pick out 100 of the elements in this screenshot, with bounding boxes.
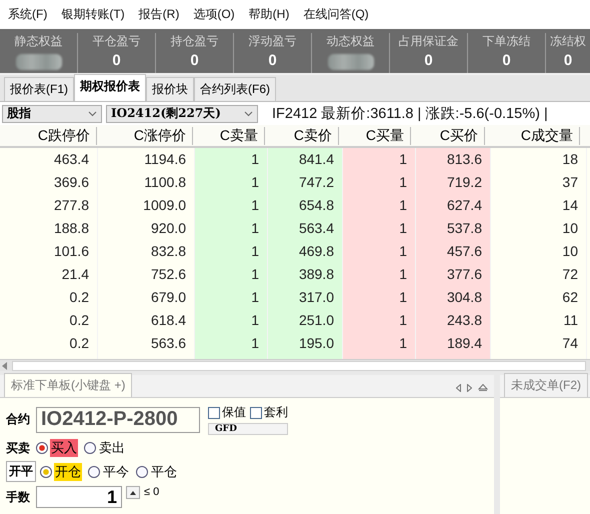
table-cell-text: 0.2 bbox=[68, 311, 90, 330]
table-cell-text: 563.6 bbox=[150, 334, 187, 354]
triangle-left-icon[interactable] bbox=[456, 384, 461, 392]
table-cell-text: 1194.6 bbox=[143, 150, 187, 170]
tab[interactable]: 合约列表(F6) bbox=[194, 77, 276, 102]
account-value: 0 bbox=[190, 52, 199, 69]
table-cell-text: 747.2 bbox=[298, 173, 335, 192]
table-cell-text: 18 bbox=[561, 150, 579, 170]
panel-tab[interactable]: 标准下单板(小键盘 +) bbox=[4, 373, 132, 397]
table-cell-text: 74 bbox=[561, 334, 579, 354]
menu-item[interactable]: 银期转账(T) bbox=[61, 6, 125, 23]
spin-up-button[interactable] bbox=[126, 486, 140, 499]
scroll-left-icon[interactable] bbox=[2, 362, 8, 370]
table-cell-text: 21.4 bbox=[60, 265, 90, 284]
table-cell-text: 195.0 bbox=[298, 334, 335, 354]
table-cell-text: 618.4 bbox=[150, 311, 187, 330]
triangle-right-icon[interactable] bbox=[467, 384, 472, 392]
quote-text: IF2412 最新价:3611.8 | 涨跌:-5.6(-0.15%) | bbox=[272, 104, 548, 124]
dropdown[interactable]: 股指 bbox=[2, 104, 102, 123]
table-cell-text: 1 bbox=[250, 196, 260, 216]
column-header[interactable]: C卖量 bbox=[216, 126, 265, 145]
menu-item[interactable]: 帮助(H) bbox=[248, 6, 290, 23]
table-cell-text: 1100.8 bbox=[143, 173, 187, 192]
radio-button[interactable]: 卖出 bbox=[84, 439, 126, 457]
account-value: 0 bbox=[564, 52, 572, 69]
column-header[interactable]: C涨停价 bbox=[130, 126, 193, 145]
column-header[interactable]: C买量 bbox=[362, 126, 411, 145]
table-cell-text: 72 bbox=[561, 265, 579, 284]
limit-text: ≤ 0 bbox=[144, 486, 160, 498]
account-label: 浮动盈亏 bbox=[248, 32, 296, 50]
field-label: 买卖 bbox=[6, 440, 31, 456]
table-cell-text: 11 bbox=[562, 311, 579, 330]
table-cell-text: 1 bbox=[250, 265, 260, 284]
account-label: 下单冻结 bbox=[482, 32, 530, 50]
table-cell-text: 1 bbox=[398, 265, 408, 284]
tab[interactable]: 期权报价表 bbox=[74, 74, 146, 102]
table-cell-text: 463.4 bbox=[52, 150, 90, 170]
column-header[interactable]: C买价 bbox=[436, 126, 485, 145]
table-cell-text: 627.4 bbox=[446, 196, 483, 216]
table-cell-text: 1 bbox=[398, 334, 408, 354]
table-cell-text: 1009.0 bbox=[142, 196, 187, 216]
horizontal-scrollbar[interactable] bbox=[0, 359, 590, 371]
contract-field[interactable]: IO2412-P-2800 bbox=[36, 406, 200, 432]
menu-item[interactable]: 选项(O) bbox=[193, 6, 235, 23]
column-header[interactable]: C成交量 bbox=[516, 126, 580, 145]
account-label: 占用保证金 bbox=[398, 32, 458, 50]
account-value: 0 bbox=[112, 52, 121, 69]
table-cell-text: 1 bbox=[250, 334, 260, 354]
panel-tab[interactable]: 未成交单(F2) bbox=[504, 373, 588, 397]
field-label: 合约 bbox=[6, 411, 31, 428]
table-cell-text: 920.0 bbox=[150, 219, 187, 238]
table-cell-text: 469.8 bbox=[298, 242, 335, 262]
table-cell-text: 10 bbox=[561, 219, 579, 238]
tab[interactable]: 报价表(F1) bbox=[4, 77, 74, 102]
table-cell-text: 563.4 bbox=[298, 219, 335, 238]
table-cell-text: 1 bbox=[250, 173, 260, 192]
menu-item[interactable]: 在线问答(Q) bbox=[303, 6, 369, 23]
table-cell-text: 101.6 bbox=[52, 242, 90, 262]
chevron-down-icon bbox=[88, 110, 97, 117]
menu-item[interactable]: 报告(R) bbox=[138, 6, 180, 23]
table-cell-text: 1 bbox=[398, 311, 408, 330]
table-cell-text: 1 bbox=[250, 150, 260, 170]
checkbox[interactable]: 套利 bbox=[250, 404, 288, 421]
table-cell-text: 1 bbox=[398, 150, 408, 170]
table-cell-text: 813.6 bbox=[446, 150, 483, 170]
account-value: 0 bbox=[502, 52, 511, 69]
table-cell-text: 62 bbox=[561, 288, 579, 308]
account-label: 动态权益 bbox=[326, 32, 374, 50]
table-cell-text: 1 bbox=[398, 219, 408, 238]
account-value: 0 bbox=[268, 52, 277, 69]
column-header[interactable]: C卖价 bbox=[290, 126, 339, 145]
account-label: 冻结权 bbox=[550, 32, 586, 50]
tab[interactable]: 报价块 bbox=[146, 77, 194, 102]
eject-icon[interactable] bbox=[478, 384, 488, 392]
table-cell-text: 457.6 bbox=[446, 242, 483, 262]
dropdown[interactable]: IO2412(剩227天) bbox=[106, 104, 258, 123]
field-label: 手数 bbox=[6, 488, 31, 506]
checkbox[interactable]: 保值 bbox=[208, 404, 246, 421]
account-label: 平仓盈亏 bbox=[92, 32, 140, 50]
menu-item[interactable]: 系统(F) bbox=[8, 6, 48, 23]
radio-button[interactable]: 平今 bbox=[88, 462, 130, 480]
table-cell-text: 243.8 bbox=[446, 311, 483, 330]
table-cell-text: 654.8 bbox=[298, 196, 335, 216]
table-cell-text: 1 bbox=[250, 242, 260, 262]
table-cell-text: 841.4 bbox=[298, 150, 335, 170]
quantity-field[interactable]: 1 bbox=[36, 486, 122, 508]
table-cell-text: 1 bbox=[250, 288, 260, 308]
table-cell-text: 1 bbox=[398, 288, 408, 308]
table-cell-text: 317.0 bbox=[298, 288, 335, 308]
radio-button[interactable]: 平仓 bbox=[136, 462, 178, 480]
table-cell-text: 188.8 bbox=[52, 219, 90, 238]
column-header[interactable]: C跌停价 bbox=[34, 126, 97, 145]
table-cell-text: 37 bbox=[561, 173, 579, 192]
table-cell-text: 14 bbox=[561, 196, 579, 216]
table-cell-text: 251.0 bbox=[298, 311, 335, 330]
offset-button[interactable]: 开平 bbox=[6, 461, 36, 482]
account-label: 持仓盈亏 bbox=[170, 32, 218, 50]
account-value: 0 bbox=[424, 52, 433, 69]
table-cell-text: 679.0 bbox=[150, 288, 187, 308]
table-cell-text: 389.8 bbox=[298, 265, 335, 284]
